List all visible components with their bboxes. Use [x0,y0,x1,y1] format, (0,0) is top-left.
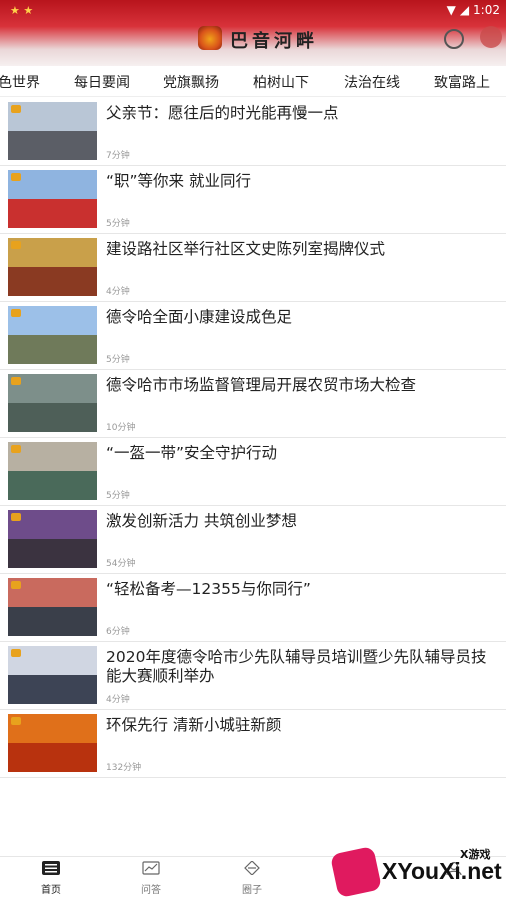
news-title: “职”等你来 就业同行 [106,172,251,190]
tv-logo-icon [11,717,21,725]
news-title: 德令哈全面小康建设成色足 [106,308,293,326]
news-item[interactable]: “轻松备考—12355与你同行” 6分钟 [0,574,506,642]
nav-circle-label: 圈子 [242,885,262,896]
news-time: 6分钟 [106,627,130,637]
news-item[interactable]: 2020年度德令哈市少先队辅导员培训暨少先队辅导员技能大赛顺利举办 4分钟 [0,642,506,710]
news-item[interactable]: “一盔一带”安全守护行动 5分钟 [0,438,506,506]
news-item[interactable]: “职”等你来 就业同行 5分钟 [0,166,506,234]
app-header: ★ ★ ▼ ◢ 1:02 巴音河畔 ‿ [0,0,506,66]
news-thumbnail [8,238,97,296]
tab-party-flag[interactable]: 党旗飘扬 [163,72,219,92]
news-item[interactable]: 激发创新活力 共筑创业梦想 54分钟 [0,506,506,574]
news-thumbnail [8,374,97,432]
smile-icon[interactable]: ‿ [444,29,464,49]
news-title: 激发创新活力 共筑创业梦想 [106,512,297,530]
site-watermark: X游戏 XYouXi.net [329,845,504,899]
news-time: 5分钟 [106,219,130,229]
news-item[interactable]: 父亲节：愿往后的时光能再慢一点 7分钟 [0,98,506,166]
news-thumbnail [8,442,97,500]
app-logo-icon [198,26,222,50]
news-thumbnail [8,102,97,160]
status-clock: 1:02 [473,3,500,17]
tab-daily-news[interactable]: 每日要闻 [74,72,130,92]
status-bar-right: ▼ ◢ 1:02 [443,3,500,17]
tv-logo-icon [11,513,21,521]
news-item[interactable]: 建设路社区举行社区文史陈列室揭牌仪式 4分钟 [0,234,506,302]
tv-logo-icon [11,581,21,589]
news-time: 54分钟 [106,559,136,569]
news-thumbnail [8,170,97,228]
user-avatar-icon[interactable] [480,26,502,48]
tv-logo-icon [11,649,21,657]
tab-prosperity-road[interactable]: 致富路上 [434,72,490,92]
status-bar-left: ★ ★ [10,4,34,17]
news-title: “一盔一带”安全守护行动 [106,444,278,462]
tv-logo-icon [11,241,21,249]
tv-logo-icon [11,309,21,317]
news-item[interactable]: 环保先行 清新小城驻新颜 132分钟 [0,710,506,778]
home-icon [42,861,60,875]
news-title: 环保先行 清新小城驻新颜 [106,716,282,734]
news-time: 132分钟 [106,763,142,773]
tab-baishu-mountain[interactable]: 柏树山下 [253,72,309,92]
tv-logo-icon [11,173,21,181]
nav-qa-label: 问答 [141,885,161,896]
news-title: 德令哈市市场监督管理局开展农贸市场大检查 [106,376,417,394]
nav-home[interactable]: 首页 [21,861,81,896]
news-thumbnail [8,714,97,772]
news-time: 4分钟 [106,287,130,297]
news-time: 4分钟 [106,695,130,705]
channel-tab-bar: 色世界 每日要闻 党旗飘扬 柏树山下 法治在线 致富路上 [0,66,506,97]
tv-logo-icon [11,377,21,385]
signal-icon: ◢ [459,3,470,17]
circle-icon [244,861,260,875]
tab-rule-of-law[interactable]: 法治在线 [344,72,400,92]
gamepad-icon [329,845,383,899]
news-thumbnail [8,510,97,568]
news-time: 5分钟 [106,491,130,501]
news-item[interactable]: 德令哈市市场监督管理局开展农贸市场大检查 10分钟 [0,370,506,438]
nav-circle[interactable]: 圈子 [222,861,282,896]
news-item[interactable]: 德令哈全面小康建设成色足 5分钟 [0,302,506,370]
news-time: 5分钟 [106,355,130,365]
tv-logo-icon [11,105,21,113]
news-title: 2020年度德令哈市少先队辅导员培训暨少先队辅导员技能大赛顺利举办 [106,648,487,685]
tv-logo-icon [11,445,21,453]
watermark-text: XYouXi.net [382,858,502,884]
nav-qa[interactable]: 问答 [121,861,181,896]
wifi-icon: ▼ [446,3,456,17]
nav-home-label: 首页 [41,885,61,896]
news-time: 7分钟 [106,151,130,161]
qa-icon [142,861,160,875]
news-time: 10分钟 [106,423,136,433]
news-list: 父亲节：愿往后的时光能再慢一点 7分钟 “职”等你来 就业同行 5分钟 建设路社… [0,98,506,778]
news-thumbnail [8,646,97,704]
app-title: 巴音河畔 [230,31,318,52]
news-title: 建设路社区举行社区文史陈列室揭牌仪式 [106,240,386,258]
news-thumbnail [8,306,97,364]
news-title: 父亲节：愿往后的时光能再慢一点 [106,104,339,122]
news-title: “轻松备考—12355与你同行” [106,580,311,598]
news-thumbnail [8,578,97,636]
tab-color-world[interactable]: 色世界 [0,72,40,92]
